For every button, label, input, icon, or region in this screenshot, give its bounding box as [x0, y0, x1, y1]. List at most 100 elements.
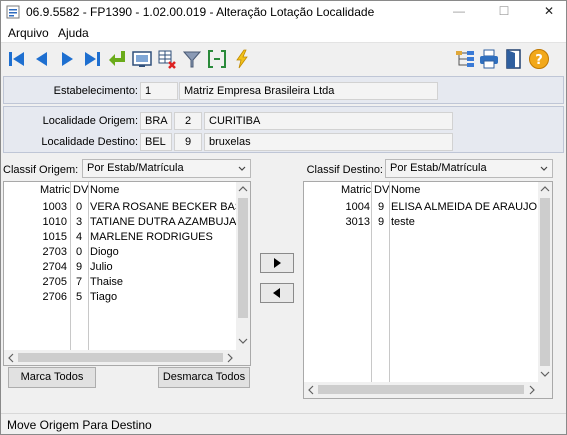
marca-todos-button[interactable]: Marca Todos: [8, 367, 96, 388]
cell-nome: Tiago: [90, 291, 118, 303]
cell-dv: 5: [76, 291, 83, 303]
chevron-down-icon: [238, 166, 246, 171]
classif-origem-value: Por Estab/Matrícula: [87, 162, 184, 174]
table-row[interactable]: 2706 5 Tiago: [4, 290, 238, 305]
menu-arquivo[interactable]: Arquivo: [8, 26, 49, 40]
scroll-down-icon[interactable]: [540, 370, 550, 378]
destino-header-matric[interactable]: Matric: [341, 182, 371, 198]
destino-horizontal-scrollbar[interactable]: [304, 382, 552, 398]
estabelecimento-label: Estabelecimento:: [53, 85, 138, 97]
arrow-right-icon: [274, 258, 281, 268]
lightning-icon[interactable]: [231, 48, 253, 70]
cell-matric: 1004: [345, 201, 370, 213]
destino-header-nome[interactable]: Nome: [391, 182, 420, 198]
status-text: Move Origem Para Destino: [7, 418, 152, 432]
localidade-panel: Localidade Origem: BRA 2 CURITIBA Locali…: [3, 106, 564, 153]
table-row[interactable]: 2704 9 Julio: [4, 260, 238, 275]
table-row[interactable]: 2703 0 Diogo: [4, 245, 238, 260]
screen-icon[interactable]: [131, 48, 153, 70]
app-icon: [6, 5, 20, 19]
destino-scroll-thumb[interactable]: [540, 198, 550, 366]
maximize-button[interactable]: ☐: [489, 1, 519, 23]
estabelecimento-code-field[interactable]: 1: [140, 82, 178, 100]
localidade-destino-name-field[interactable]: bruxelas: [204, 133, 453, 151]
cell-nome: Julio: [90, 261, 113, 273]
classif-destino-value: Por Estab/Matrícula: [390, 162, 487, 174]
localidade-origem-uf-field[interactable]: BRA: [140, 112, 172, 130]
cell-nome: teste: [391, 216, 415, 228]
classif-destino-label: Classif Destino:: [306, 164, 383, 176]
table-sync-icon[interactable]: [156, 48, 178, 70]
chevron-down-icon: [540, 166, 548, 171]
cell-dv: 4: [76, 231, 83, 243]
table-row[interactable]: 1004 9 ELISA ALMEIDA DE ARAUJO: [304, 200, 538, 215]
table-row[interactable]: 1010 3 TATIANE DUTRA AZAMBUJA: [4, 215, 238, 230]
toolbar: ?: [1, 42, 566, 75]
scroll-right-icon[interactable]: [528, 385, 536, 395]
classif-destino-select[interactable]: Por Estab/Matrícula: [385, 159, 553, 178]
filter-icon[interactable]: [181, 48, 203, 70]
localidade-destino-code-field[interactable]: 9: [174, 133, 202, 151]
cell-matric: 2706: [42, 291, 67, 303]
localidade-destino-label: Localidade Destino:: [41, 136, 138, 148]
localidade-origem-code-field[interactable]: 2: [174, 112, 202, 130]
cell-matric: 2703: [42, 246, 67, 258]
cell-dv: 9: [378, 201, 385, 213]
destino-vertical-scrollbar[interactable]: [538, 182, 552, 382]
origem-grid: Matric DV Nome 1003 0 VERA ROSANE BECKER B…: [3, 181, 251, 366]
localidade-destino-uf-field[interactable]: BEL: [140, 133, 172, 151]
localidade-origem-label: Localidade Origem:: [42, 115, 138, 127]
last-record-icon[interactable]: [81, 48, 103, 70]
cell-nome: TATIANE DUTRA AZAMBUJA: [90, 216, 237, 228]
table-row[interactable]: 3013 9 teste: [304, 215, 538, 230]
origem-header-matric[interactable]: Matric: [40, 182, 70, 198]
classif-origem-select[interactable]: Por Estab/Matrícula: [82, 159, 251, 178]
title-bar: 06.9.5582 - FP1390 - 1.02.00.019 - Alter…: [1, 1, 566, 23]
minimize-button[interactable]: —: [444, 1, 474, 23]
exit-door-icon[interactable]: [503, 48, 525, 70]
estabelecimento-name-field[interactable]: Matriz Empresa Brasileira Ltda: [179, 82, 438, 100]
menu-bar: Arquivo Ajuda: [1, 23, 566, 42]
scroll-down-icon[interactable]: [238, 337, 248, 345]
scroll-up-icon[interactable]: [238, 185, 248, 193]
close-button[interactable]: ✕: [534, 1, 564, 23]
scroll-up-icon[interactable]: [540, 185, 550, 193]
origem-horizontal-scrollbar[interactable]: [4, 350, 250, 365]
help-icon[interactable]: ?: [528, 48, 550, 70]
desmarca-todos-button[interactable]: Desmarca Todos: [158, 367, 250, 388]
tree-icon[interactable]: [454, 48, 476, 70]
table-row[interactable]: 1003 0 VERA ROSANE BECKER BAST: [4, 200, 249, 215]
destino-header-dv[interactable]: DV: [374, 182, 389, 198]
cell-nome: VERA ROSANE BECKER BAST: [90, 201, 249, 213]
origem-header-dv[interactable]: DV: [73, 182, 88, 198]
bracket-select-icon[interactable]: [206, 48, 228, 70]
origem-vertical-scrollbar[interactable]: [236, 182, 250, 350]
first-record-icon[interactable]: [6, 48, 28, 70]
estabelecimento-panel: Estabelecimento: 1 Matriz Empresa Brasil…: [3, 76, 564, 104]
menu-ajuda[interactable]: Ajuda: [58, 26, 89, 40]
origem-header-nome[interactable]: Nome: [90, 182, 119, 198]
localidade-origem-name-field[interactable]: CURITIBA: [204, 112, 453, 130]
cell-nome: ELISA ALMEIDA DE ARAUJO: [391, 201, 538, 213]
destino-grid: Matric DV Nome 1004 9 ELISA ALMEIDA DE ARA…: [303, 181, 553, 399]
cell-matric: 1003: [42, 201, 67, 213]
origem-hscroll-thumb[interactable]: [18, 353, 223, 362]
cell-dv: 7: [76, 276, 83, 288]
table-row[interactable]: 1015 4 MARLENE RODRIGUES: [4, 230, 238, 245]
return-icon[interactable]: [106, 48, 128, 70]
printer-icon[interactable]: [478, 48, 500, 70]
scroll-left-icon[interactable]: [7, 353, 15, 363]
cell-nome: Diogo: [90, 246, 119, 258]
table-row[interactable]: 2705 7 Thaise: [4, 275, 238, 290]
next-record-icon[interactable]: [56, 48, 78, 70]
origem-scroll-thumb[interactable]: [238, 198, 248, 318]
move-to-destino-button[interactable]: [260, 253, 294, 273]
scroll-left-icon[interactable]: [307, 385, 315, 395]
move-to-origem-button[interactable]: [260, 283, 294, 303]
previous-record-icon[interactable]: [31, 48, 53, 70]
cell-dv: 9: [76, 261, 83, 273]
cell-matric: 2704: [42, 261, 67, 273]
scroll-right-icon[interactable]: [226, 353, 234, 363]
main-window: 06.9.5582 - FP1390 - 1.02.00.019 - Alter…: [0, 0, 567, 435]
destino-hscroll-thumb[interactable]: [318, 385, 524, 394]
